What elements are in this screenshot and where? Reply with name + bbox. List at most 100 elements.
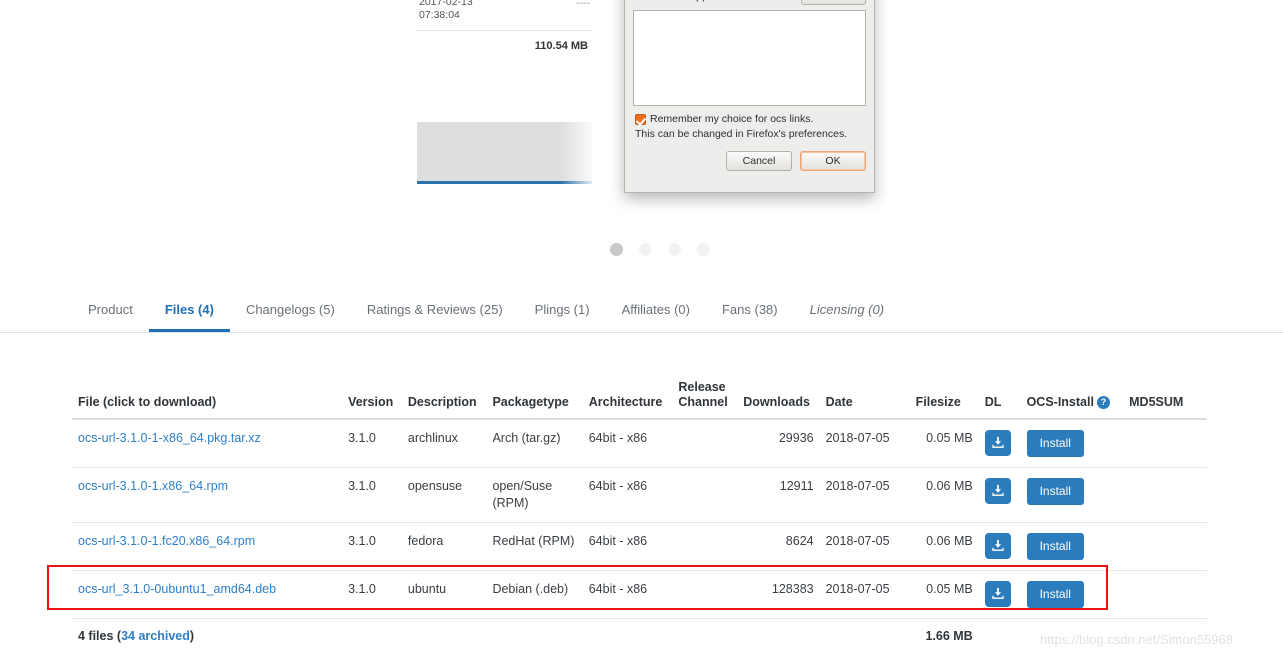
cell-filesize: 0.05 MB	[909, 570, 979, 619]
preview-fade-overlay	[560, 118, 610, 190]
cell-md5sum	[1123, 570, 1207, 619]
cell-file: ocs-url_3.1.0-0ubuntu1_amd64.deb	[72, 570, 343, 619]
file-download-link[interactable]: ocs-url-3.1.0-1.fc20.x86_64.rpm	[78, 534, 255, 548]
file-download-link[interactable]: ocs-url_3.1.0-0ubuntu1_amd64.deb	[78, 582, 276, 596]
carousel-dot-1[interactable]	[610, 243, 623, 256]
cell-md5sum	[1123, 467, 1207, 523]
cell-description: ubuntu	[401, 570, 487, 619]
tab-licensing[interactable]: Licensing (0)	[794, 296, 900, 332]
tab-plings[interactable]: Plings (1)	[519, 296, 606, 332]
cell-version: 3.1.0	[342, 570, 402, 619]
cell-dl	[978, 522, 1021, 571]
table-header-row: File (click to download) Version Descrip…	[72, 380, 1207, 420]
dialog-title: Choose an Application	[633, 0, 742, 2]
tab-bar: Product Files (4) Changelogs (5) Ratings…	[0, 296, 1283, 333]
file-download-link[interactable]: ocs-url-3.1.0-1-x86_64.pkg.tar.xz	[78, 431, 261, 445]
install-button[interactable]: Install	[1026, 478, 1084, 505]
help-icon[interactable]: ?	[1096, 396, 1110, 409]
table-row: ocs-url-3.1.0-1.x86_64.rpm 3.1.0 opensus…	[72, 467, 1207, 523]
ok-button[interactable]: OK	[800, 151, 866, 171]
summary-empty-packagetype	[486, 619, 582, 656]
install-button[interactable]: Install	[1026, 533, 1084, 560]
choose-button[interactable]: Choose...	[801, 0, 866, 5]
cell-date: 2018-07-05	[819, 419, 910, 468]
preview-filesize: 110.54 MB	[534, 40, 588, 52]
preview-dash: ----	[576, 0, 590, 9]
carousel-dot-3[interactable]	[668, 243, 681, 256]
application-listbox[interactable]	[633, 10, 866, 106]
header-filesize: Filesize	[909, 380, 979, 420]
download-icon[interactable]	[984, 478, 1011, 504]
cell-downloads: 8624	[737, 522, 820, 571]
tab-affiliates[interactable]: Affiliates (0)	[606, 296, 706, 332]
download-icon[interactable]	[984, 533, 1011, 559]
cell-ocs-install: Install	[1020, 467, 1124, 523]
files-table-body: ocs-url-3.1.0-1-x86_64.pkg.tar.xz 3.1.0 …	[72, 419, 1207, 655]
install-button[interactable]: Install	[1026, 581, 1084, 608]
cell-description: archlinux	[401, 419, 487, 468]
tab-changelogs[interactable]: Changelogs (5)	[230, 296, 351, 332]
download-icon[interactable]	[984, 430, 1011, 456]
header-architecture: Architecture	[582, 380, 673, 420]
header-release-channel: Release Channel	[672, 380, 738, 420]
preview-timestamp: 2017-02-13 07:38:04	[419, 0, 473, 21]
summary-empty-version	[342, 619, 402, 656]
summary-empty-date	[820, 619, 910, 656]
remember-choice-label: Remember my choice for ocs links.	[650, 113, 814, 125]
header-ocs-install: OCS-Install?	[1020, 380, 1124, 420]
summary-empty-dl	[979, 619, 1021, 656]
summary-empty-description	[402, 619, 487, 656]
summary-empty-release	[672, 619, 737, 656]
cell-ocs-install: Install	[1020, 419, 1124, 468]
archived-files-link[interactable]: 34 archived	[121, 629, 190, 643]
cell-release-channel	[672, 467, 738, 523]
preferences-note: This can be changed in Firefox's prefere…	[635, 128, 848, 140]
header-packagetype: Packagetype	[486, 380, 583, 420]
header-dl: DL	[978, 380, 1021, 420]
header-version: Version	[342, 380, 402, 420]
cell-date: 2018-07-05	[819, 522, 910, 571]
cell-ocs-install: Install	[1020, 522, 1124, 571]
files-table: File (click to download) Version Descrip…	[72, 380, 1207, 655]
table-row: ocs-url_3.1.0-0ubuntu1_amd64.deb 3.1.0 u…	[72, 570, 1207, 619]
table-summary-row: 4 files (34 archived) 1.66 MB	[72, 619, 1207, 656]
page-root: 2017-02-13 07:38:04 ---- 110.54 MB Choos…	[0, 0, 1283, 658]
header-ocs-install-text: OCS-Install	[1026, 395, 1094, 409]
carousel-dot-2[interactable]	[639, 243, 652, 256]
remember-choice-checkbox[interactable]	[635, 114, 646, 125]
cell-packagetype: open/Suse (RPM)	[486, 467, 583, 523]
cell-dl	[978, 570, 1021, 619]
cell-md5sum	[1123, 419, 1207, 468]
summary-empty-architecture	[583, 619, 673, 656]
remember-choice-row[interactable]: Remember my choice for ocs links.	[633, 106, 866, 126]
cell-release-channel	[672, 522, 738, 571]
cell-md5sum	[1123, 522, 1207, 571]
cell-downloads: 29936	[737, 419, 820, 468]
cell-dl	[978, 419, 1021, 468]
tab-fans[interactable]: Fans (38)	[706, 296, 794, 332]
cell-date: 2018-07-05	[819, 570, 910, 619]
tab-ratings-reviews[interactable]: Ratings & Reviews (25)	[351, 296, 519, 332]
dialog-button-row: Cancel OK	[633, 141, 866, 171]
carousel-dot-4[interactable]	[697, 243, 710, 256]
cell-ocs-install: Install	[1020, 570, 1124, 619]
cell-date: 2018-07-05	[819, 467, 910, 523]
cell-packagetype: Arch (tar.gz)	[486, 419, 583, 468]
cell-file: ocs-url-3.1.0-1.fc20.x86_64.rpm	[72, 522, 343, 571]
install-button[interactable]: Install	[1026, 430, 1084, 457]
cell-description: opensuse	[401, 467, 487, 523]
carousel-dots	[610, 243, 710, 256]
cell-dl	[978, 467, 1021, 523]
cell-filesize: 0.06 MB	[909, 522, 979, 571]
preview-panel: 2017-02-13 07:38:04 ---- 110.54 MB	[417, 0, 592, 98]
preview-meta-row: 2017-02-13 07:38:04 ----	[417, 0, 592, 31]
file-download-link[interactable]: ocs-url-3.1.0-1.x86_64.rpm	[78, 479, 228, 493]
files-table-container: File (click to download) Version Descrip…	[72, 380, 1207, 655]
cell-description: fedora	[401, 522, 487, 571]
cell-filesize: 0.06 MB	[909, 467, 979, 523]
download-icon[interactable]	[984, 581, 1011, 607]
cancel-button[interactable]: Cancel	[726, 151, 792, 171]
tab-files[interactable]: Files (4)	[148, 296, 230, 332]
tab-product[interactable]: Product	[72, 296, 149, 332]
cell-filesize: 0.05 MB	[909, 419, 979, 468]
